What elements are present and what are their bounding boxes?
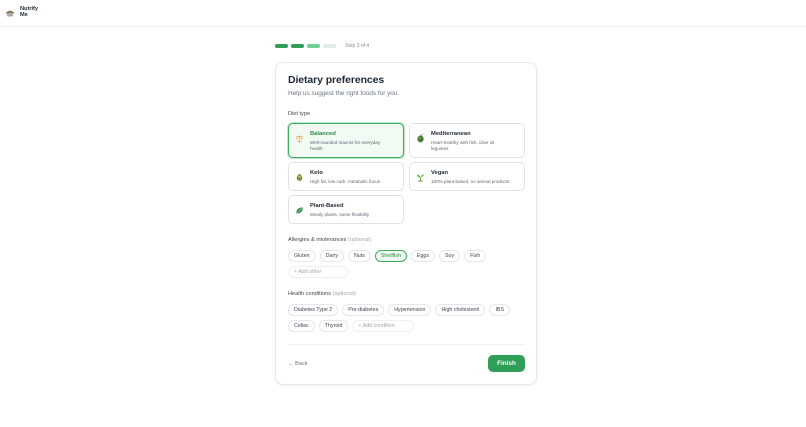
diet-option-vegan[interactable]: Vegan 100% plant-based, no animal produc… bbox=[409, 162, 525, 191]
app-name-line2: Me bbox=[20, 12, 28, 19]
diet-name: Mediterranean bbox=[431, 131, 471, 137]
diet-type-label: Diet type bbox=[288, 111, 311, 117]
progress-segment-4 bbox=[323, 44, 336, 48]
add-allergy-input[interactable]: + Add other bbox=[288, 266, 348, 278]
brand[interactable]: Nutrify Me bbox=[5, 6, 44, 19]
back-button[interactable]: ← Back bbox=[288, 361, 308, 367]
diet-name: Vegan bbox=[431, 170, 449, 176]
condition-chip-diabetes-type-2[interactable]: Diabetes Type 2 bbox=[288, 304, 339, 316]
allergy-chip-dairy[interactable]: Dairy bbox=[319, 250, 344, 262]
preferences-card: Dietary preferences Help us suggest the … bbox=[275, 62, 537, 385]
conditions-optional: (optional) bbox=[332, 291, 356, 297]
bowl-icon bbox=[6, 10, 14, 17]
diet-option-keto[interactable]: Keto High fat, low carb, metabolic focus bbox=[288, 162, 404, 191]
diet-name: Balanced bbox=[310, 131, 336, 137]
step-label: Step 3 of 4 bbox=[345, 43, 370, 49]
allergy-chip-shellfish[interactable]: Shellfish bbox=[374, 250, 407, 262]
allergy-chip-gluten[interactable]: Gluten bbox=[288, 250, 316, 262]
diet-desc-cont: legumes bbox=[431, 146, 449, 151]
allergy-chip-soy[interactable]: Soy bbox=[439, 250, 461, 262]
allergies-optional: (optional) bbox=[348, 237, 372, 243]
progress-segment-3 bbox=[307, 44, 320, 48]
step-progress: Step 3 of 4 bbox=[275, 43, 369, 49]
sprout-icon bbox=[416, 174, 425, 182]
top-bar: Nutrify Me bbox=[0, 0, 806, 27]
allergy-chips: Gluten Dairy Nuts Shellfish Eggs Soy Fis… bbox=[288, 250, 524, 278]
app-name: Nutrify Me bbox=[20, 6, 44, 19]
allergy-chip-eggs[interactable]: Eggs bbox=[410, 250, 435, 262]
allergies-label-text: Allergies & intolerances bbox=[288, 237, 347, 243]
condition-chips: Diabetes Type 2 Pre-diabetes Hypertensio… bbox=[288, 304, 524, 332]
page-subtitle: Help us suggest the right foods for you. bbox=[288, 90, 400, 97]
condition-chip-celiac[interactable]: Celiac bbox=[288, 320, 315, 332]
diet-desc: Mostly plants, some flexibility bbox=[310, 212, 370, 217]
diet-option-mediterranean[interactable]: Mediterranean Heart-healthy with fish, o… bbox=[409, 123, 525, 158]
condition-chip-pre-diabetes[interactable]: Pre-diabetes bbox=[342, 304, 385, 316]
condition-chip-thyroid[interactable]: Thyroid bbox=[318, 320, 349, 332]
diet-name: Plant-Based bbox=[310, 203, 344, 209]
footer-divider bbox=[288, 344, 524, 345]
add-condition-input[interactable]: + Add condition bbox=[352, 320, 415, 332]
allergies-label: Allergies & intolerances (optional) bbox=[288, 237, 371, 243]
diet-name: Keto bbox=[310, 170, 323, 176]
diet-option-plant-based[interactable]: Plant-Based Mostly plants, some flexibil… bbox=[288, 195, 404, 224]
progress-segment-2 bbox=[291, 44, 304, 48]
diet-desc-cont: health bbox=[310, 146, 323, 151]
avocado-icon bbox=[296, 173, 303, 181]
condition-chip-hypertension[interactable]: Hypertension bbox=[388, 304, 432, 316]
diet-desc: 100% plant-based, no animal products bbox=[431, 179, 510, 184]
progress-segment-1 bbox=[275, 44, 288, 48]
allergy-chip-nuts[interactable]: Nuts bbox=[347, 250, 371, 262]
conditions-label-text: Health conditions bbox=[288, 291, 331, 297]
olive-icon bbox=[417, 134, 424, 143]
conditions-label: Health conditions (optional) bbox=[288, 291, 356, 297]
scale-icon bbox=[295, 135, 304, 143]
page-title: Dietary preferences bbox=[288, 74, 385, 86]
diet-option-balanced[interactable]: Balanced Well-rounded macros for everyda… bbox=[288, 123, 404, 158]
diet-desc: High fat, low carb, metabolic focus bbox=[310, 179, 380, 184]
condition-chip-ibs[interactable]: IBS bbox=[489, 304, 510, 316]
condition-chip-high-cholesterol[interactable]: High cholesterol bbox=[435, 304, 486, 316]
leaf-icon bbox=[296, 207, 303, 214]
allergy-chip-fish[interactable]: Fish bbox=[464, 250, 487, 262]
finish-button[interactable]: Finish bbox=[488, 355, 525, 372]
